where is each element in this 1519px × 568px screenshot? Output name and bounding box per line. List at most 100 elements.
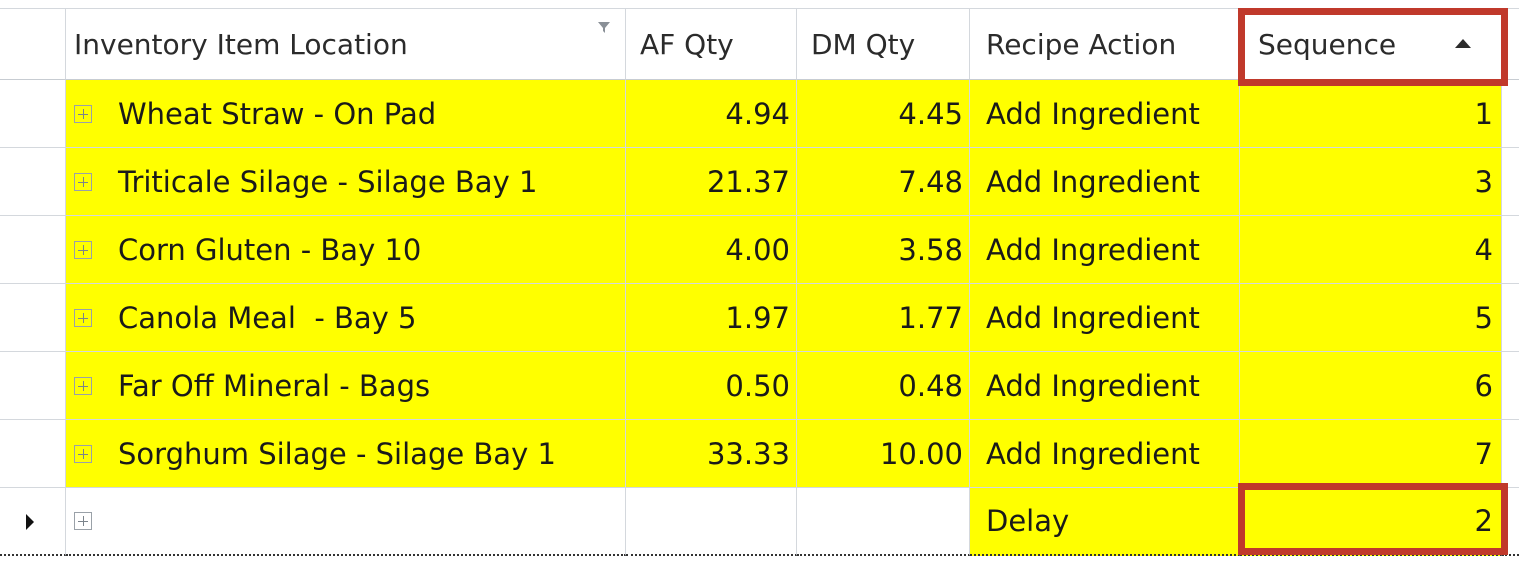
column-header-af-qty-label: AF Qty xyxy=(640,27,734,61)
table-row[interactable]: Wheat Straw - On Pad 4.94 4.45 Add Ingre… xyxy=(0,80,1519,148)
recipe-action-text: Add Ingredient xyxy=(986,232,1200,267)
expand-plus-icon[interactable] xyxy=(74,308,92,327)
cell-recipe-action[interactable]: Delay xyxy=(970,488,1240,556)
expand-plus-icon[interactable] xyxy=(74,240,92,259)
recipe-action-text: Add Ingredient xyxy=(986,368,1200,403)
cell-dm-qty[interactable]: 3.58 xyxy=(797,216,970,284)
location-text: Canola Meal - Bay 5 xyxy=(118,300,417,335)
sequence-text: 6 xyxy=(1474,368,1493,403)
location-text: Wheat Straw - On Pad xyxy=(118,96,437,131)
column-header-recipe-action[interactable]: Recipe Action xyxy=(970,8,1240,80)
cell-sequence[interactable]: 1 xyxy=(1240,80,1502,148)
cell-dm-qty[interactable]: 7.48 xyxy=(797,148,970,216)
cell-af-qty[interactable]: 33.33 xyxy=(626,420,797,488)
row-tail xyxy=(1502,420,1519,488)
row-indicator[interactable] xyxy=(0,216,66,284)
cell-sequence[interactable]: 5 xyxy=(1240,284,1502,352)
cell-dm-qty[interactable] xyxy=(797,488,970,556)
expand-plus-icon[interactable] xyxy=(74,376,92,395)
cell-af-qty[interactable]: 4.00 xyxy=(626,216,797,284)
table-row[interactable]: Corn Gluten - Bay 10 4.00 3.58 Add Ingre… xyxy=(0,216,1519,284)
af-qty-text: 1.97 xyxy=(725,300,790,335)
cell-af-qty[interactable]: 1.97 xyxy=(626,284,797,352)
cell-location[interactable]: Triticale Silage - Silage Bay 1 xyxy=(66,148,626,216)
cell-location[interactable]: Corn Gluten - Bay 10 xyxy=(66,216,626,284)
expand-plus-icon[interactable] xyxy=(74,104,92,123)
cell-af-qty[interactable]: 0.50 xyxy=(626,352,797,420)
sequence-text: 7 xyxy=(1474,436,1493,471)
location-text: Triticale Silage - Silage Bay 1 xyxy=(118,164,538,199)
column-header-af-qty[interactable]: AF Qty xyxy=(626,8,797,80)
row-tail xyxy=(1502,488,1519,556)
header-tail xyxy=(1502,8,1519,80)
row-indicator[interactable] xyxy=(0,488,66,556)
table-row[interactable]: Triticale Silage - Silage Bay 1 21.37 7.… xyxy=(0,148,1519,216)
expand-plus-icon[interactable] xyxy=(74,444,92,463)
recipe-action-text: Add Ingredient xyxy=(986,96,1200,131)
column-header-dm-qty[interactable]: DM Qty xyxy=(797,8,970,80)
cell-location[interactable]: Sorghum Silage - Silage Bay 1 xyxy=(66,420,626,488)
cell-location[interactable] xyxy=(66,488,626,556)
cell-dm-qty[interactable]: 1.77 xyxy=(797,284,970,352)
cell-recipe-action[interactable]: Add Ingredient xyxy=(970,80,1240,148)
row-indicator[interactable] xyxy=(0,284,66,352)
sort-ascending-icon xyxy=(1455,39,1471,48)
af-qty-text: 4.00 xyxy=(725,232,790,267)
cell-location[interactable]: Canola Meal - Bay 5 xyxy=(66,284,626,352)
column-header-sequence[interactable]: Sequence xyxy=(1240,8,1502,80)
row-indicator[interactable] xyxy=(0,420,66,488)
row-indicator-header xyxy=(0,8,66,80)
current-row[interactable]: Delay 2 xyxy=(0,488,1519,556)
cell-af-qty[interactable] xyxy=(626,488,797,556)
recipe-action-text: Delay xyxy=(986,504,1070,538)
row-tail xyxy=(1502,148,1519,216)
cell-sequence[interactable]: 4 xyxy=(1240,216,1502,284)
cell-dm-qty[interactable]: 4.45 xyxy=(797,80,970,148)
cell-sequence[interactable]: 6 xyxy=(1240,352,1502,420)
row-indicator[interactable] xyxy=(0,352,66,420)
cell-sequence[interactable]: 3 xyxy=(1240,148,1502,216)
table-row[interactable]: Sorghum Silage - Silage Bay 1 33.33 10.0… xyxy=(0,420,1519,488)
recipe-action-text: Add Ingredient xyxy=(986,164,1200,199)
cell-recipe-action[interactable]: Add Ingredient xyxy=(970,148,1240,216)
cell-dm-qty[interactable]: 10.00 xyxy=(797,420,970,488)
expand-plus-icon[interactable] xyxy=(74,172,92,191)
cell-af-qty[interactable]: 21.37 xyxy=(626,148,797,216)
cell-location[interactable]: Wheat Straw - On Pad xyxy=(66,80,626,148)
location-text: Sorghum Silage - Silage Bay 1 xyxy=(118,436,556,471)
cell-sequence[interactable]: 7 xyxy=(1240,420,1502,488)
cell-recipe-action[interactable]: Add Ingredient xyxy=(970,216,1240,284)
cell-af-qty[interactable]: 4.94 xyxy=(626,80,797,148)
column-header-location[interactable]: Inventory Item Location xyxy=(66,8,626,80)
sequence-text: 3 xyxy=(1474,164,1493,199)
row-indicator[interactable] xyxy=(0,80,66,148)
sequence-text: 4 xyxy=(1474,232,1493,267)
table-row[interactable]: Canola Meal - Bay 5 1.97 1.77 Add Ingred… xyxy=(0,284,1519,352)
sequence-text: 5 xyxy=(1474,300,1493,335)
recipe-ingredients-grid: Inventory Item Location AF Qty DM Qty Re… xyxy=(0,0,1519,568)
cell-location[interactable]: Far Off Mineral - Bags xyxy=(66,352,626,420)
af-qty-text: 4.94 xyxy=(725,96,790,131)
column-header-dm-qty-label: DM Qty xyxy=(811,27,916,61)
cell-dm-qty[interactable]: 0.48 xyxy=(797,352,970,420)
column-header-location-label: Inventory Item Location xyxy=(74,27,408,61)
row-indicator[interactable] xyxy=(0,148,66,216)
dm-qty-text: 1.77 xyxy=(898,300,963,335)
location-text: Corn Gluten - Bay 10 xyxy=(118,232,422,267)
row-tail xyxy=(1502,216,1519,284)
grid-header-row: Inventory Item Location AF Qty DM Qty Re… xyxy=(0,8,1519,80)
row-tail xyxy=(1502,80,1519,148)
dm-qty-text: 4.45 xyxy=(898,96,963,131)
cell-recipe-action[interactable]: Add Ingredient xyxy=(970,420,1240,488)
cell-recipe-action[interactable]: Add Ingredient xyxy=(970,352,1240,420)
dm-qty-text: 3.58 xyxy=(898,232,963,267)
cell-recipe-action[interactable]: Add Ingredient xyxy=(970,284,1240,352)
expand-plus-icon[interactable] xyxy=(74,512,92,530)
filter-icon[interactable] xyxy=(597,21,611,35)
location-text: Far Off Mineral - Bags xyxy=(118,368,431,403)
cell-sequence[interactable]: 2 xyxy=(1240,488,1502,556)
table-row[interactable]: Far Off Mineral - Bags 0.50 0.48 Add Ing… xyxy=(0,352,1519,420)
row-tail xyxy=(1502,352,1519,420)
dm-qty-text: 7.48 xyxy=(898,164,963,199)
af-qty-text: 0.50 xyxy=(725,368,790,403)
